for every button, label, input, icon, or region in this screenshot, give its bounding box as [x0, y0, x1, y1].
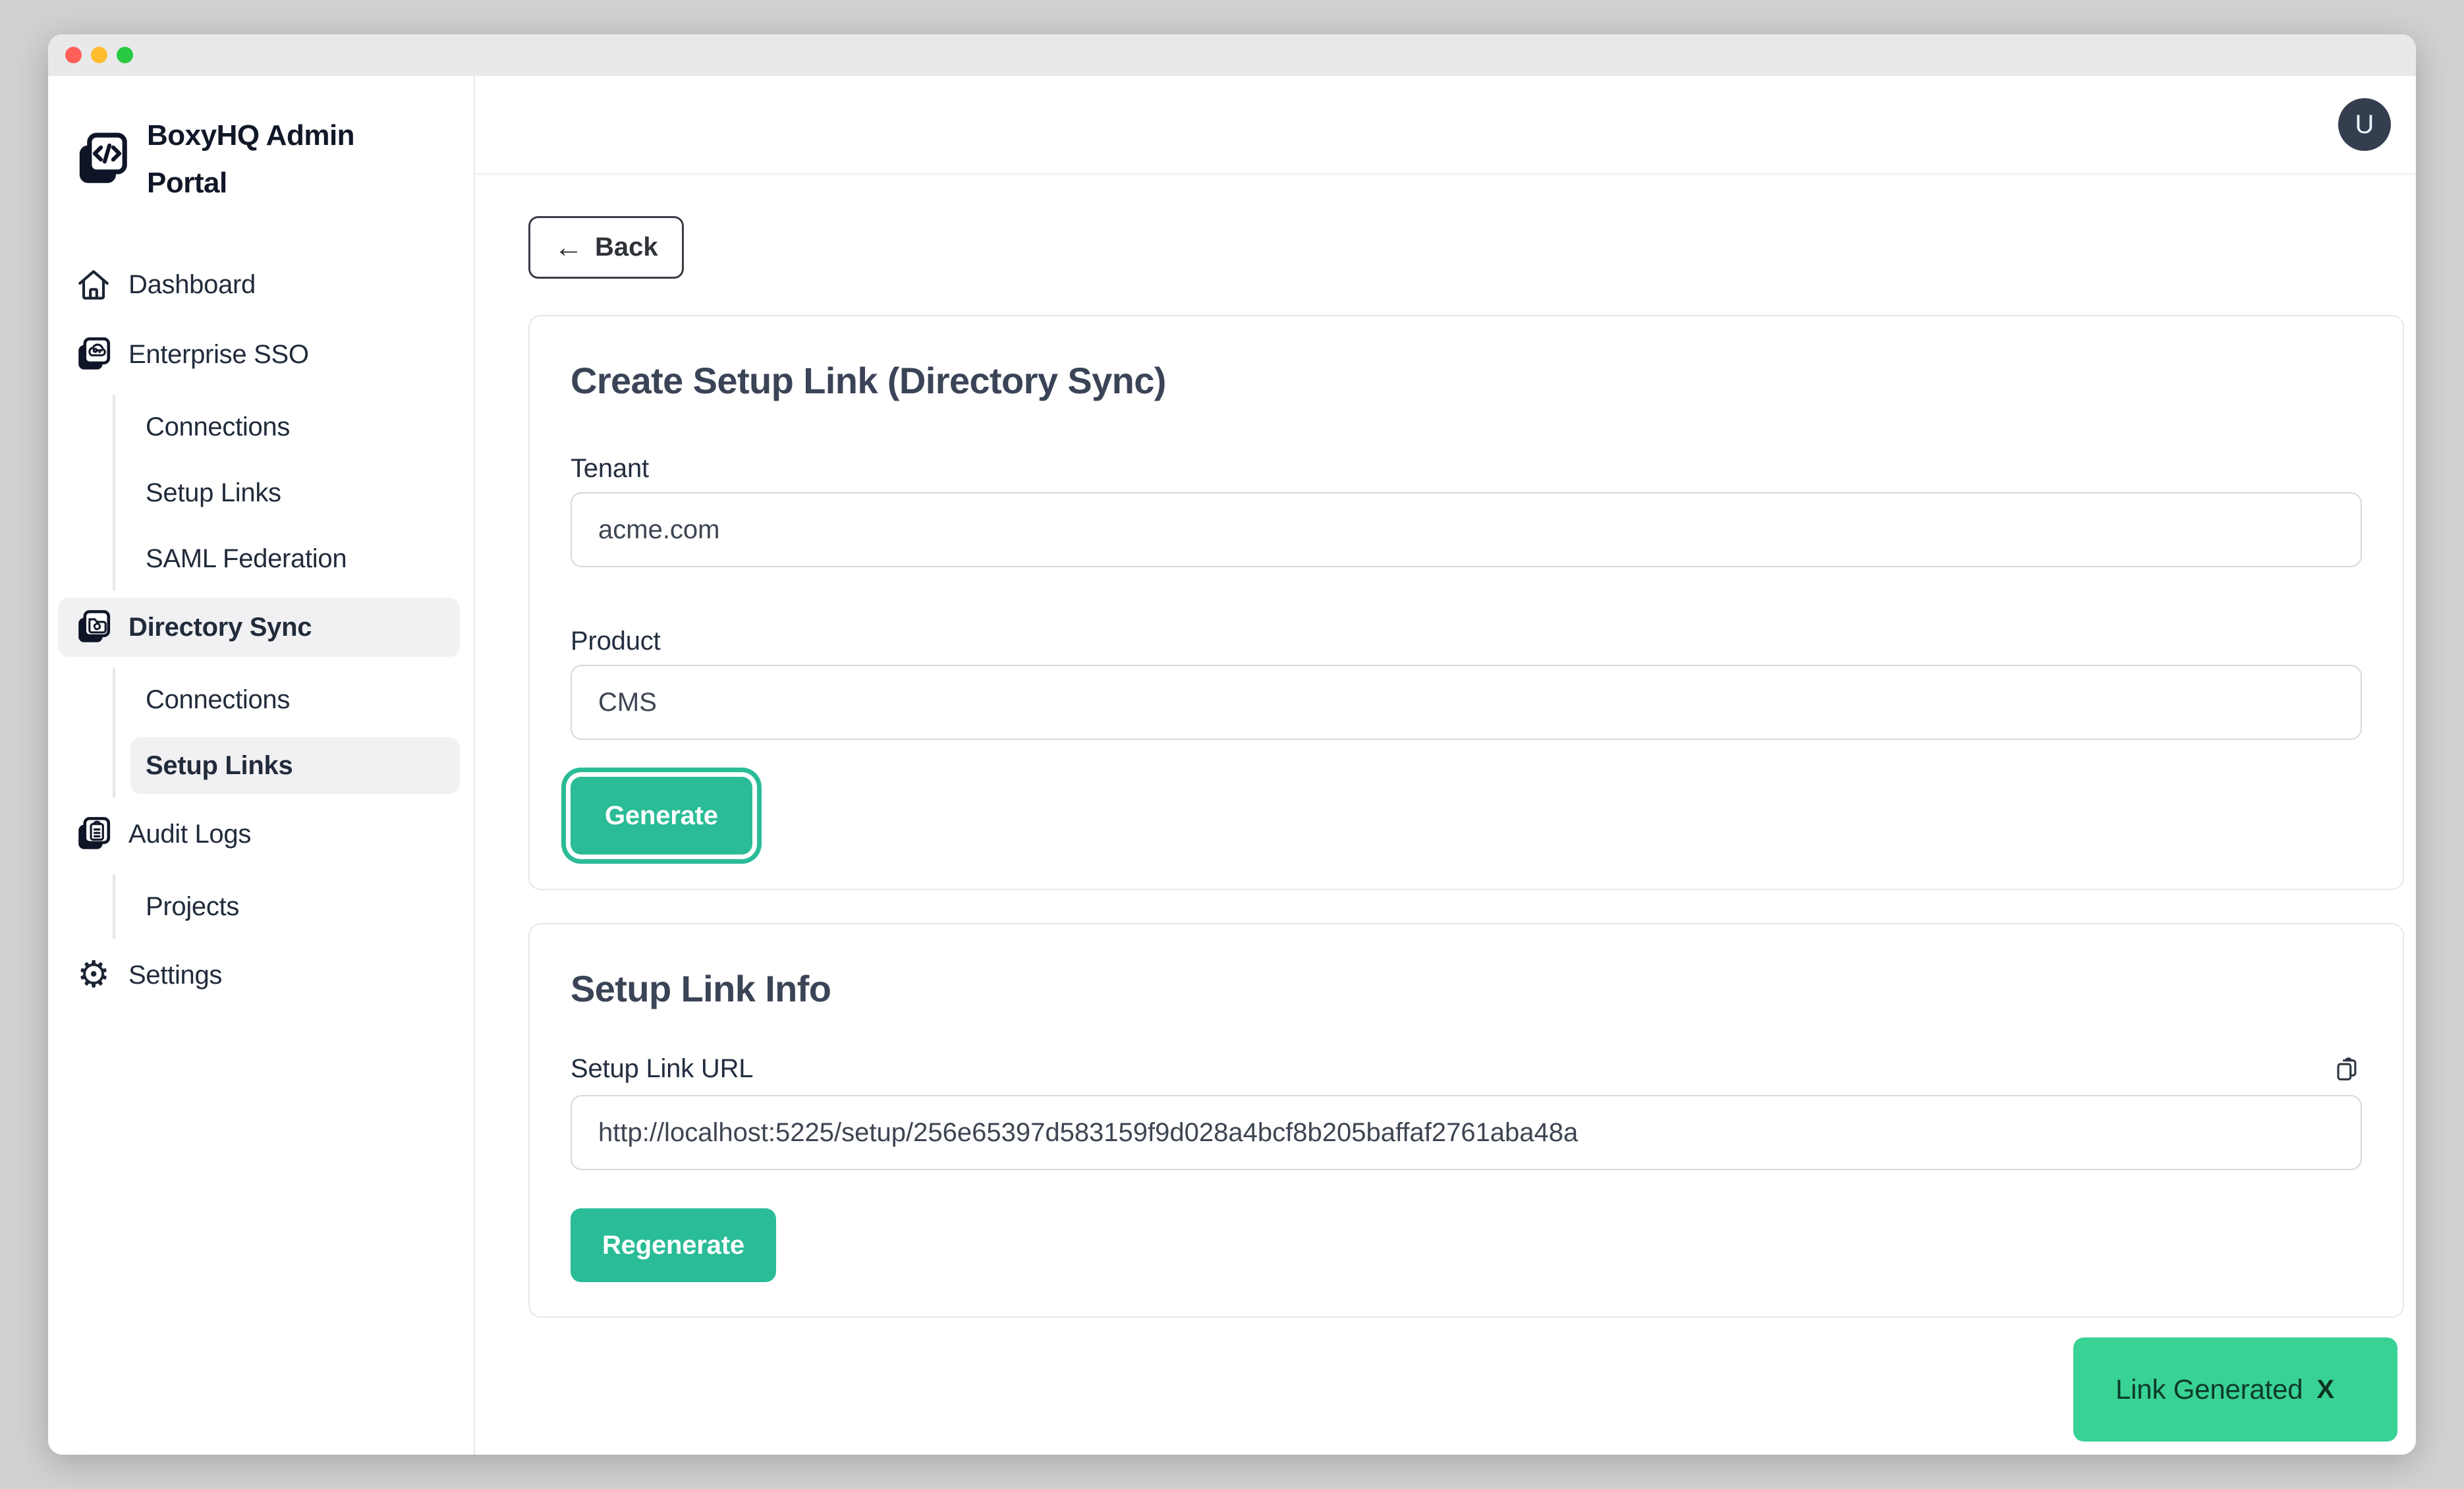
create-setup-link-card: Create Setup Link (Directory Sync) Tenan… [528, 315, 2404, 890]
sidebar-item-dashboard[interactable]: Dashboard [58, 255, 460, 314]
regenerate-button[interactable]: Regenerate [571, 1208, 776, 1282]
sidebar-item-label: Projects [146, 892, 239, 922]
sidebar-item-saml-federation[interactable]: SAML Federation [130, 530, 460, 587]
sidebar-item-label: Audit Logs [128, 820, 251, 849]
toast-close-button[interactable]: X [2316, 1375, 2334, 1405]
sidebar-item-settings[interactable]: ⚙ Settings [58, 945, 460, 1005]
sidebar-item-directory-sync[interactable]: Directory Sync [58, 598, 460, 657]
audit-logs-icon [74, 815, 113, 853]
directory-sync-icon [74, 608, 113, 646]
toast-message: Link Generated [2115, 1374, 2303, 1405]
tenant-input[interactable] [571, 492, 2362, 567]
back-button[interactable]: ← Back [528, 216, 684, 279]
clipboard-copy-icon [2333, 1054, 2362, 1083]
app-body: BoxyHQ AdminPortal Dashboard [48, 76, 2416, 1455]
avatar-initial: U [2355, 110, 2374, 140]
tenant-field-group: Tenant [571, 453, 2362, 567]
setup-link-info-card: Setup Link Info Setup Link URL [528, 923, 2404, 1318]
sidebar-item-enterprise-sso[interactable]: Enterprise SSO [58, 325, 460, 384]
main-area: U ← Back Create Setup Link (Directory Sy… [475, 76, 2416, 1455]
tenant-label: Tenant [571, 453, 2362, 484]
back-button-label: Back [595, 233, 658, 262]
setup-link-url-label: Setup Link URL [571, 1053, 753, 1084]
app-title: BoxyHQ AdminPortal [147, 112, 354, 207]
directory-sync-subnav: Connections Setup Links [113, 667, 474, 798]
sidebar-item-dsync-setup-links[interactable]: Setup Links [130, 737, 460, 794]
maximize-window-button[interactable] [117, 47, 133, 63]
generate-button[interactable]: Generate [571, 777, 752, 855]
product-input[interactable] [571, 665, 2362, 740]
product-label: Product [571, 625, 2362, 657]
boxyhq-logo-icon [74, 130, 130, 188]
page-content: ← Back Create Setup Link (Directory Sync… [475, 175, 2416, 1455]
sidebar-item-label: Settings [128, 961, 222, 990]
sidebar-item-label: Connections [146, 412, 290, 442]
sidebar-item-dsync-connections[interactable]: Connections [130, 671, 460, 728]
gear-icon: ⚙ [74, 956, 113, 994]
sidebar-item-sso-setup-links[interactable]: Setup Links [130, 464, 460, 521]
sidebar-item-label: Enterprise SSO [128, 340, 309, 370]
sidebar-item-sso-connections[interactable]: Connections [130, 399, 460, 455]
link-generated-toast: Link Generated X [2073, 1337, 2397, 1442]
app-window: BoxyHQ AdminPortal Dashboard [48, 34, 2416, 1455]
enterprise-sso-subnav: Connections Setup Links SAML Federation [113, 395, 474, 591]
close-window-button[interactable] [65, 47, 82, 63]
top-header: U [475, 76, 2416, 175]
desktop-background: { "sidebar": { "logo": { "line1": "BoxyH… [0, 0, 2464, 1489]
audit-logs-subnav: Projects [113, 874, 474, 939]
sidebar-item-label: SAML Federation [146, 544, 347, 574]
info-card-title: Setup Link Info [571, 967, 2362, 1011]
arrow-left-icon: ← [554, 233, 583, 262]
url-label-row: Setup Link URL [571, 1053, 2362, 1084]
sidebar-item-label: Directory Sync [128, 613, 312, 642]
copy-to-clipboard-button[interactable] [2333, 1054, 2362, 1083]
sidebar-item-label: Setup Links [146, 751, 293, 781]
sidebar: BoxyHQ AdminPortal Dashboard [48, 76, 475, 1455]
sidebar-item-label: Connections [146, 685, 290, 715]
home-icon [74, 266, 113, 304]
app-logo[interactable]: BoxyHQ AdminPortal [48, 112, 474, 207]
product-field-group: Product [571, 625, 2362, 740]
user-avatar[interactable]: U [2338, 98, 2391, 151]
sidebar-item-label: Setup Links [146, 478, 281, 508]
enterprise-sso-icon [74, 335, 113, 374]
sidebar-item-projects[interactable]: Projects [130, 878, 460, 935]
setup-link-url-input[interactable] [571, 1095, 2362, 1170]
minimize-window-button[interactable] [91, 47, 107, 63]
sidebar-item-audit-logs[interactable]: Audit Logs [58, 804, 460, 864]
sidebar-nav: Dashboard En [48, 255, 474, 1005]
window-titlebar [48, 34, 2416, 76]
create-card-title: Create Setup Link (Directory Sync) [571, 358, 2362, 403]
sidebar-item-label: Dashboard [128, 270, 256, 300]
